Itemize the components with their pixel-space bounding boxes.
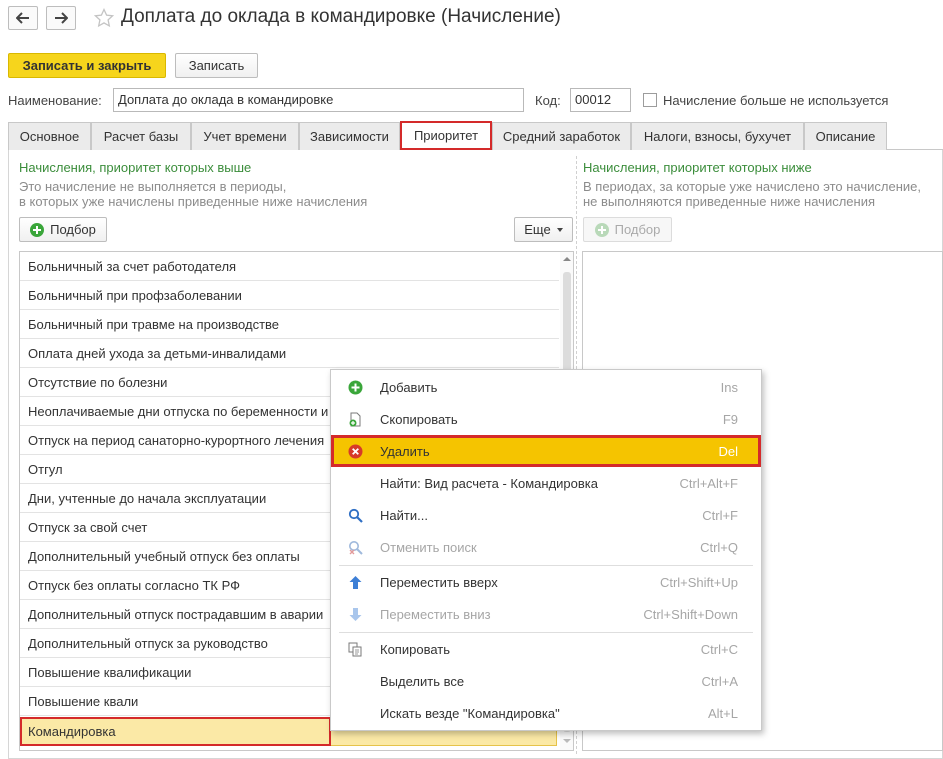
cancel-search-icon — [349, 541, 363, 555]
menu-item-label: Искать везде "Командировка" — [380, 706, 560, 721]
menu-item-find[interactable]: Найти... Ctrl+F — [331, 499, 761, 531]
menu-item-label: Отменить поиск — [380, 540, 477, 555]
copy-icon — [349, 412, 361, 427]
menu-item-shortcut: Ctrl+F — [702, 508, 738, 523]
tab-average-earnings[interactable]: Средний заработок — [492, 122, 631, 150]
menu-item-label: Добавить — [380, 380, 438, 395]
right-pick-button[interactable]: Подбор — [583, 217, 672, 242]
left-panel-note-2: в которых уже начислены приведенные ниже… — [19, 194, 368, 209]
right-panel-title: Начисления, приоритет которых ниже — [583, 160, 812, 175]
left-panel-title: Начисления, приоритет которых выше — [19, 160, 252, 175]
tab-strip: Основное Расчет базы Учет времени Зависи… — [8, 121, 943, 150]
menu-item-search-everywhere[interactable]: Искать везде "Командировка" Alt+L — [331, 697, 761, 729]
left-panel-note-1: Это начисление не выполняется в периоды, — [19, 179, 287, 194]
left-pick-label: Подбор — [50, 222, 96, 237]
menu-item-select-all[interactable]: Выделить все Ctrl+A — [331, 665, 761, 697]
menu-item-add[interactable]: Добавить Ins — [331, 371, 761, 403]
list-item[interactable]: Оплата дней ухода за детьми-инвалидами — [20, 339, 559, 368]
arrow-down-icon — [349, 608, 362, 621]
forward-button[interactable] — [46, 6, 76, 30]
menu-item-shortcut: Ctrl+A — [701, 674, 738, 689]
menu-item-label: Найти... — [380, 508, 428, 523]
menu-item-duplicate[interactable]: Скопировать F9 — [331, 403, 761, 435]
menu-item-shortcut: Del — [718, 444, 738, 459]
name-label: Наименование: — [8, 93, 102, 108]
save-and-close-button[interactable]: Записать и закрыть — [8, 53, 166, 78]
menu-item-label: Удалить — [380, 444, 430, 459]
menu-item-move-down[interactable]: Переместить вниз Ctrl+Shift+Down — [331, 598, 761, 630]
menu-item-label: Скопировать — [380, 412, 458, 427]
menu-item-shortcut: F9 — [722, 412, 738, 427]
menu-item-label: Переместить вниз — [380, 607, 491, 622]
menu-item-shortcut: Ctrl+Alt+F — [679, 476, 738, 491]
tab-description[interactable]: Описание — [804, 122, 887, 150]
list-item[interactable]: Больничный при травме на производстве — [20, 310, 559, 339]
list-item[interactable]: Больничный при профзаболевании — [20, 281, 559, 310]
selected-list-item[interactable]: Командировка — [20, 717, 331, 746]
context-menu: Добавить Ins Скопировать F9 Удалить Del … — [330, 369, 762, 731]
tab-taxes[interactable]: Налоги, взносы, бухучет — [631, 122, 804, 150]
arrow-right-icon — [55, 12, 68, 24]
star-icon[interactable] — [94, 8, 114, 28]
code-label: Код: — [535, 93, 561, 108]
code-field[interactable]: 00012 — [570, 88, 631, 112]
scroll-up-icon[interactable] — [563, 257, 571, 261]
menu-item-label: Выделить все — [380, 674, 465, 689]
menu-item-shortcut: Ins — [720, 380, 738, 395]
arrow-up-icon — [349, 576, 362, 589]
clipboard-copy-icon — [348, 642, 362, 657]
menu-item-move-up[interactable]: Переместить вверх Ctrl+Shift+Up — [331, 566, 761, 598]
tab-base-calc[interactable]: Расчет базы — [91, 122, 191, 150]
add-icon — [348, 380, 363, 395]
menu-item-copy[interactable]: Копировать Ctrl+C — [331, 633, 761, 665]
arrow-left-icon — [16, 12, 29, 24]
name-field[interactable]: Доплата до оклада в командировке — [113, 88, 524, 112]
save-button[interactable]: Записать — [175, 53, 258, 78]
menu-item-label: Копировать — [380, 642, 450, 657]
right-panel-note-1: В периодах, за которые уже начислено это… — [583, 179, 921, 194]
list-item[interactable]: Больничный за счет работодателя — [20, 252, 559, 281]
not-used-checkbox[interactable] — [643, 93, 657, 107]
tab-main[interactable]: Основное — [8, 122, 91, 150]
menu-item-label: Переместить вверх — [380, 575, 498, 590]
menu-item-label: Найти: Вид расчета - Командировка — [380, 476, 598, 491]
more-label: Еще — [524, 222, 551, 237]
not-used-label: Начисление больше не используется — [663, 93, 889, 108]
page-title: Доплата до оклада в командировке (Начисл… — [121, 6, 561, 27]
add-icon — [594, 222, 609, 237]
add-icon — [30, 222, 45, 237]
more-button[interactable]: Еще — [514, 217, 573, 242]
right-pick-label: Подбор — [614, 222, 661, 237]
tab-priority[interactable]: Приоритет — [400, 121, 492, 150]
menu-item-shortcut: Ctrl+Q — [700, 540, 738, 555]
scroll-down-icon[interactable] — [563, 739, 571, 743]
menu-item-shortcut: Ctrl+Shift+Down — [643, 607, 738, 622]
menu-item-delete[interactable]: Удалить Del — [331, 435, 761, 467]
search-icon — [348, 508, 363, 523]
tab-dependencies[interactable]: Зависимости — [299, 122, 400, 150]
left-pick-button[interactable]: Подбор — [19, 217, 107, 242]
delete-icon — [348, 444, 363, 459]
menu-item-cancel-search[interactable]: Отменить поиск Ctrl+Q — [331, 531, 761, 563]
menu-item-shortcut: Alt+L — [708, 706, 738, 721]
menu-item-shortcut: Ctrl+Shift+Up — [659, 575, 738, 590]
right-panel-note-2: не выполняются приведенные ниже начислен… — [583, 194, 876, 209]
chevron-down-icon — [556, 227, 563, 232]
tab-time-accounting[interactable]: Учет времени — [191, 122, 299, 150]
menu-item-find-by-value[interactable]: Найти: Вид расчета - Командировка Ctrl+A… — [331, 467, 761, 499]
back-button[interactable] — [8, 6, 38, 30]
menu-item-shortcut: Ctrl+C — [700, 642, 738, 657]
